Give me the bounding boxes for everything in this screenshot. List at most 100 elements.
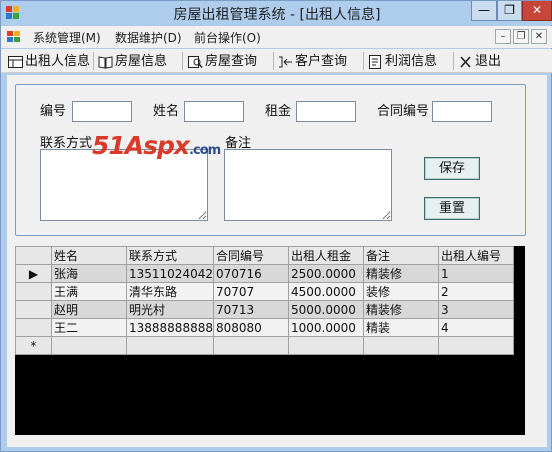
rent-field[interactable] <box>296 101 356 122</box>
grid-cell[interactable]: 精装修 <box>362 300 439 319</box>
grid-corner-cell[interactable] <box>15 246 52 265</box>
window-title: 房屋出租管理系统 - [出租人信息] <box>173 7 381 23</box>
grid-cell[interactable]: 70713 <box>212 300 289 319</box>
table-row[interactable]: 王满 清华东路 70707 4500.0000 装修 2 <box>15 282 514 301</box>
grid-cell[interactable]: 装修 <box>362 282 439 301</box>
grid-cell[interactable]: 4 <box>437 318 514 337</box>
name-field[interactable] <box>184 101 244 122</box>
toolbar-customer-query-label: 客户查询 <box>295 53 348 69</box>
row-header-new[interactable]: * <box>15 336 52 355</box>
grid-header-row: 姓名 联系方式 合同编号 出租人租金 备注 出租人编号 <box>15 246 514 265</box>
grid-cell[interactable]: 精装修 <box>362 264 439 283</box>
grid-cell[interactable]: 5000.0000 <box>287 300 364 319</box>
grid-cell[interactable]: 808080 <box>212 318 289 337</box>
close-icon <box>458 55 473 69</box>
minimize-button[interactable]: — <box>471 1 497 21</box>
menu-system[interactable]: 系统管理(M) <box>33 29 101 46</box>
toolbar-customer-query-button[interactable]: 客户查询 <box>278 51 347 72</box>
grid-cell[interactable]: 王二 <box>51 318 127 337</box>
grid-cell[interactable]: 赵明 <box>51 300 127 319</box>
table-row[interactable]: ▶ 张海 13511024042 070716 2500.0000 精装修 1 <box>15 264 514 283</box>
maximize-button[interactable]: ❐ <box>497 1 522 21</box>
menu-data[interactable]: 数据维护(D) <box>115 29 182 46</box>
id-field[interactable] <box>72 101 132 122</box>
grid-cell[interactable]: 13888888888 <box>126 318 214 337</box>
grid-cell[interactable] <box>437 336 514 355</box>
toolbar-separator <box>182 52 183 70</box>
grid-cell[interactable]: 4500.0000 <box>287 282 364 301</box>
remark-textarea[interactable] <box>224 149 392 221</box>
contract-field[interactable] <box>432 101 492 122</box>
menu-bar: 系统管理(M) 数据维护(D) 前台操作(O) – ❐ ✕ <box>1 26 552 48</box>
grid-cell[interactable]: 1 <box>437 264 514 283</box>
grid-cell[interactable]: 1000.0000 <box>287 318 364 337</box>
column-header-name[interactable]: 姓名 <box>51 246 127 265</box>
mdi-child-icon[interactable] <box>6 29 22 44</box>
column-header-renter-id[interactable]: 出租人编号 <box>437 246 514 265</box>
table-row[interactable]: 王二 13888888888 808080 1000.0000 精装 4 <box>15 318 514 337</box>
toolbar-house-info-button[interactable]: 房屋信息 <box>98 51 167 72</box>
new-row[interactable]: * <box>15 336 514 355</box>
column-header-rent[interactable]: 出租人租金 <box>287 246 364 265</box>
close-button[interactable]: ✕ <box>522 1 552 21</box>
table-icon <box>8 55 23 69</box>
toolbar-profit-info-button[interactable]: 利润信息 <box>368 51 437 72</box>
menu-frontdesk[interactable]: 前台操作(O) <box>194 29 261 46</box>
row-header[interactable] <box>15 300 52 319</box>
grid-cell[interactable]: 王满 <box>51 282 127 301</box>
mdi-minimize-button[interactable]: – <box>495 29 511 44</box>
grid-table: 姓名 联系方式 合同编号 出租人租金 备注 出租人编号 ▶ 张海 1351102… <box>15 246 514 355</box>
grid-cell[interactable]: 张海 <box>51 264 127 283</box>
toolbar-separator <box>93 52 94 70</box>
grid-cell[interactable]: 精装 <box>362 318 439 337</box>
title-bar[interactable]: 房屋出租管理系统 - [出租人信息] — ❐ ✕ <box>1 1 552 25</box>
grid-cell[interactable] <box>287 336 364 355</box>
toolbar-renter-info-button[interactable]: 出租人信息 <box>8 51 90 72</box>
arrow-icon <box>278 55 293 69</box>
row-header[interactable] <box>15 318 52 337</box>
toolbar-separator <box>363 52 364 70</box>
grid-cell[interactable] <box>362 336 439 355</box>
toolbar-renter-info-label: 出租人信息 <box>25 53 91 69</box>
toolbar-separator <box>453 52 454 70</box>
grid-cell[interactable]: 70707 <box>212 282 289 301</box>
table-row[interactable]: 赵明 明光村 70713 5000.0000 精装修 3 <box>15 300 514 319</box>
contract-label: 合同编号 <box>377 104 430 119</box>
main-window: 房屋出租管理系统 - [出租人信息] — ❐ ✕ 系统管理(M) 数据维护(D)… <box>0 0 552 452</box>
grid-cell[interactable]: 070716 <box>212 264 289 283</box>
grid-cell[interactable]: 2500.0000 <box>287 264 364 283</box>
grid-cell[interactable]: 3 <box>437 300 514 319</box>
toolbar-separator <box>273 52 274 70</box>
search-icon <box>188 55 203 69</box>
row-header[interactable] <box>15 282 52 301</box>
column-header-remark[interactable]: 备注 <box>362 246 439 265</box>
grid-cell[interactable] <box>126 336 214 355</box>
renter-data-grid[interactable]: 姓名 联系方式 合同编号 出租人租金 备注 出租人编号 ▶ 张海 1351102… <box>15 246 525 435</box>
grid-cell[interactable]: 明光村 <box>126 300 214 319</box>
toolbar-house-query-label: 房屋查询 <box>205 53 258 69</box>
id-label: 编号 <box>40 104 67 119</box>
grid-cell[interactable] <box>212 336 289 355</box>
toolbar: 出租人信息 房屋信息 房屋查询 客户查询 利润信息 退出 <box>1 49 552 73</box>
row-header-current[interactable]: ▶ <box>15 264 52 283</box>
grid-cell[interactable]: 2 <box>437 282 514 301</box>
mdi-child-window: 编号 姓名 租金 合同编号 联系方式 备注 保存 重置 51Aspx.com 姓 <box>7 75 547 447</box>
save-button[interactable]: 保存 <box>424 157 480 180</box>
toolbar-house-info-label: 房屋信息 <box>115 53 168 69</box>
watermark-main: 51Aspx <box>92 131 190 160</box>
grid-cell[interactable]: 13511024042 <box>126 264 214 283</box>
mdi-close-button[interactable]: ✕ <box>531 29 547 44</box>
watermark-logo: 51Aspx.com <box>92 131 221 166</box>
toolbar-exit-button[interactable]: 退出 <box>458 51 501 72</box>
reset-button[interactable]: 重置 <box>424 197 480 220</box>
grid-cell[interactable]: 清华东路 <box>126 282 214 301</box>
toolbar-house-query-button[interactable]: 房屋查询 <box>188 51 257 72</box>
grid-cell[interactable] <box>51 336 127 355</box>
rent-label: 租金 <box>265 104 292 119</box>
mdi-restore-button[interactable]: ❐ <box>513 29 529 44</box>
column-header-contract[interactable]: 合同编号 <box>212 246 289 265</box>
watermark-suffix: .com <box>189 143 221 158</box>
column-header-contact[interactable]: 联系方式 <box>126 246 214 265</box>
renter-form-group: 编号 姓名 租金 合同编号 联系方式 备注 保存 重置 51Aspx.com <box>15 84 526 236</box>
name-label: 姓名 <box>153 104 180 119</box>
